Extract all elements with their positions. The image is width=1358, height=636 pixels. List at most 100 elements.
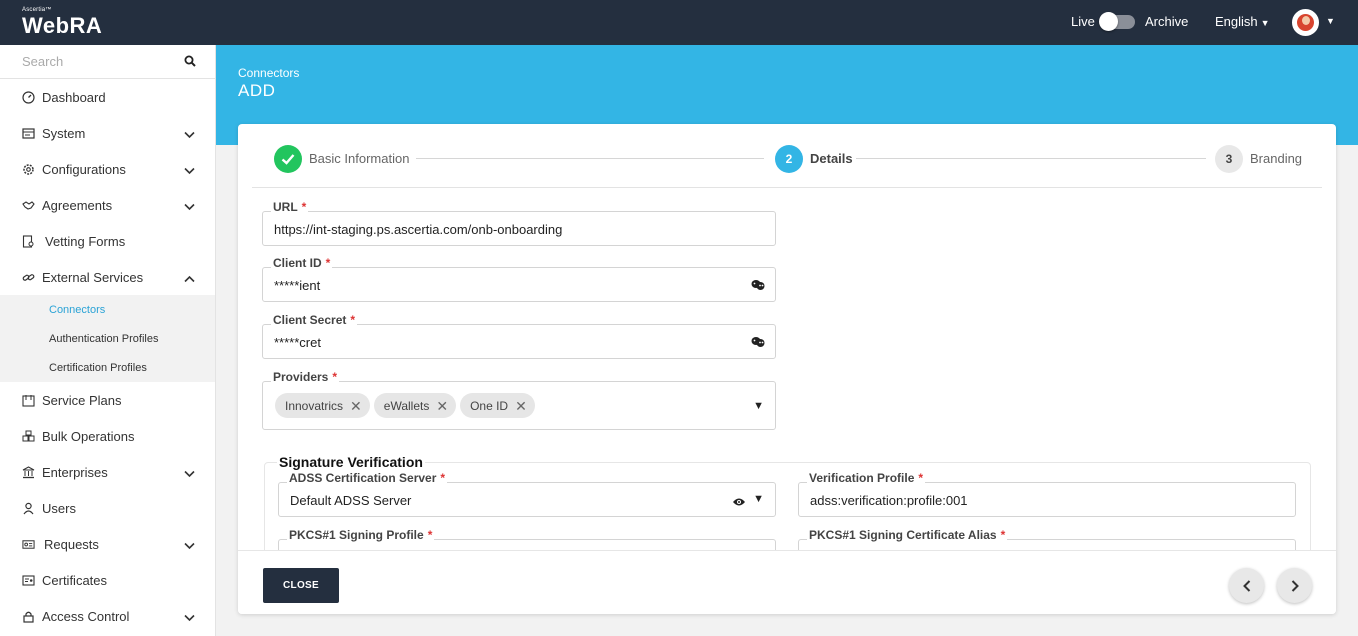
live-archive-toggle[interactable] bbox=[1099, 12, 1135, 31]
sidebar-item-system[interactable]: System bbox=[0, 115, 215, 151]
required-asterisk: * bbox=[427, 528, 433, 542]
chevron-down-icon bbox=[184, 163, 195, 178]
sidebar-item-label: Access Control bbox=[42, 608, 130, 624]
client-secret-field: *****cret Client Secret * bbox=[262, 313, 776, 373]
sidebar-item-label: Bulk Operations bbox=[42, 428, 135, 444]
chip-remove-icon[interactable]: ✕ bbox=[350, 399, 362, 413]
system-icon bbox=[22, 127, 35, 140]
sidebar-item-external-services[interactable]: External Services bbox=[0, 259, 215, 295]
sidebar-item-label: Agreements bbox=[42, 197, 113, 213]
sidebar-item-users[interactable]: Users bbox=[0, 490, 215, 526]
pkcs-certificate-alias-label-text: PKCS#1 Signing Certificate Alias bbox=[809, 528, 997, 542]
dropdown-caret-icon[interactable]: ▼ bbox=[753, 400, 764, 412]
archive-label: Archive bbox=[1145, 14, 1189, 29]
chevron-up-icon bbox=[184, 271, 195, 286]
bulk-icon bbox=[22, 430, 35, 443]
chip-label: Innovatrics bbox=[285, 398, 344, 413]
providers-select[interactable]: Innovatrics ✕ eWallets ✕ One ID ✕ ▼ bbox=[262, 381, 776, 430]
language-selector[interactable]: English ▼ bbox=[1215, 14, 1270, 29]
sidebar-item-service-plans[interactable]: Service Plans bbox=[0, 382, 215, 418]
required-asterisk: * bbox=[1000, 528, 1006, 542]
search-icon[interactable] bbox=[184, 55, 196, 70]
step-1-complete-check-icon[interactable] bbox=[274, 145, 302, 173]
client-secret-input[interactable]: *****cret bbox=[262, 324, 776, 359]
required-asterisk: * bbox=[325, 256, 331, 270]
sidebar-item-label: Configurations bbox=[42, 161, 126, 177]
user-menu-caret-icon[interactable]: ▼ bbox=[1326, 16, 1335, 26]
sidebar-item-label: Requests bbox=[44, 536, 99, 552]
link-icon bbox=[22, 271, 35, 284]
adss-server-select[interactable]: Default ADSS Server ▼ bbox=[278, 482, 776, 517]
sidebar-item-agreements[interactable]: Agreements bbox=[0, 187, 215, 223]
step-2-label[interactable]: Details bbox=[810, 151, 853, 166]
providers-field: Innovatrics ✕ eWallets ✕ One ID ✕ ▼ Provide… bbox=[262, 370, 776, 440]
next-step-button[interactable] bbox=[1277, 568, 1312, 603]
provider-chip: Innovatrics ✕ bbox=[275, 393, 370, 418]
client-secret-label: Client Secret * bbox=[271, 313, 358, 327]
sidebar-item-label: Vetting Forms bbox=[45, 233, 126, 249]
step-3-circle[interactable]: 3 bbox=[1215, 145, 1243, 173]
user-avatar[interactable] bbox=[1292, 9, 1319, 36]
search-input[interactable] bbox=[0, 45, 170, 78]
eye-icon[interactable] bbox=[732, 495, 746, 510]
user-icon bbox=[22, 502, 35, 515]
sidebar-subitem-authentication-profiles[interactable]: Authentication Profiles bbox=[0, 324, 215, 353]
required-asterisk: * bbox=[918, 471, 924, 485]
required-asterisk: * bbox=[332, 370, 338, 384]
chevron-down-icon bbox=[184, 538, 195, 553]
breadcrumb[interactable]: Connectors bbox=[238, 66, 299, 80]
required-asterisk: * bbox=[301, 200, 307, 214]
previous-step-button[interactable] bbox=[1229, 568, 1264, 603]
url-label: URL * bbox=[271, 200, 309, 214]
provider-chip: One ID ✕ bbox=[460, 393, 535, 418]
sidebar-item-label: Enterprises bbox=[42, 464, 108, 480]
sidebar-item-access-control[interactable]: Access Control bbox=[0, 598, 215, 634]
sidebar-subitem-certification-profiles[interactable]: Certification Profiles bbox=[0, 353, 215, 382]
url-input[interactable]: https://int-staging.ps.ascertia.com/onb-… bbox=[262, 211, 776, 246]
sidebar-item-vetting-forms[interactable]: Vetting Forms bbox=[0, 223, 215, 259]
caret-down-icon: ▼ bbox=[1260, 18, 1270, 28]
client-secret-value: *****cret bbox=[274, 335, 321, 350]
details-form[interactable]: https://int-staging.ps.ascertia.com/onb-… bbox=[238, 188, 1336, 550]
sidebar-item-requests[interactable]: Requests bbox=[0, 526, 215, 562]
pkcs-signing-profile-label-text: PKCS#1 Signing Profile bbox=[289, 528, 424, 542]
step-1-label[interactable]: Basic Information bbox=[309, 151, 409, 166]
client-secret-label-text: Client Secret bbox=[273, 313, 347, 327]
top-bar: Ascertia™ WebRA Live Archive English ▼ ▼ bbox=[0, 0, 1358, 45]
close-button[interactable]: CLOSE bbox=[263, 568, 339, 603]
sidebar-subitem-connectors[interactable]: Connectors bbox=[0, 295, 215, 324]
chip-remove-icon[interactable]: ✕ bbox=[436, 399, 448, 413]
mask-toggle-icon[interactable] bbox=[751, 279, 765, 294]
handshake-icon bbox=[22, 199, 35, 212]
chevron-down-icon bbox=[184, 199, 195, 214]
avatar-head bbox=[1302, 16, 1310, 25]
verification-profile-input[interactable]: adss:verification:profile:001 bbox=[798, 482, 1296, 517]
sidebar-item-configurations[interactable]: Configurations bbox=[0, 151, 215, 187]
sidebar-item-certificates[interactable]: Certificates bbox=[0, 562, 215, 598]
chip-remove-icon[interactable]: ✕ bbox=[515, 399, 527, 413]
required-asterisk: * bbox=[350, 313, 356, 327]
chip-label: eWallets bbox=[383, 398, 430, 413]
sidebar-item-bulk-operations[interactable]: Bulk Operations bbox=[0, 418, 215, 454]
sidebar-item-label: Dashboard bbox=[42, 89, 106, 105]
mask-toggle-icon[interactable] bbox=[751, 336, 765, 351]
sidebar-item-label: Certificates bbox=[42, 572, 108, 588]
stepper: Basic Information 2 Details 3 Branding bbox=[238, 124, 1336, 188]
webra-logo[interactable]: Ascertia™ WebRA bbox=[22, 7, 102, 38]
gear-icon bbox=[22, 163, 35, 176]
client-id-input[interactable]: *****ient bbox=[262, 267, 776, 302]
pkcs-signing-profile-label: PKCS#1 Signing Profile * bbox=[287, 528, 435, 542]
step-3-label[interactable]: Branding bbox=[1250, 151, 1302, 166]
dropdown-caret-icon[interactable]: ▼ bbox=[753, 493, 764, 505]
step-2-circle[interactable]: 2 bbox=[775, 145, 803, 173]
adss-server-label: ADSS Certification Server * bbox=[287, 471, 448, 485]
sidebar-item-label: External Services bbox=[42, 269, 144, 285]
wizard-card: Basic Information 2 Details 3 Branding h… bbox=[238, 124, 1336, 614]
sidebar-item-dashboard[interactable]: Dashboard bbox=[0, 79, 215, 115]
service-plan-icon bbox=[22, 394, 35, 407]
adss-server-label-text: ADSS Certification Server bbox=[289, 471, 437, 485]
client-id-field: *****ient Client ID * bbox=[262, 256, 776, 316]
dashboard-icon bbox=[22, 90, 35, 104]
sidebar-item-enterprises[interactable]: Enterprises bbox=[0, 454, 215, 490]
client-id-label-text: Client ID bbox=[273, 256, 322, 270]
